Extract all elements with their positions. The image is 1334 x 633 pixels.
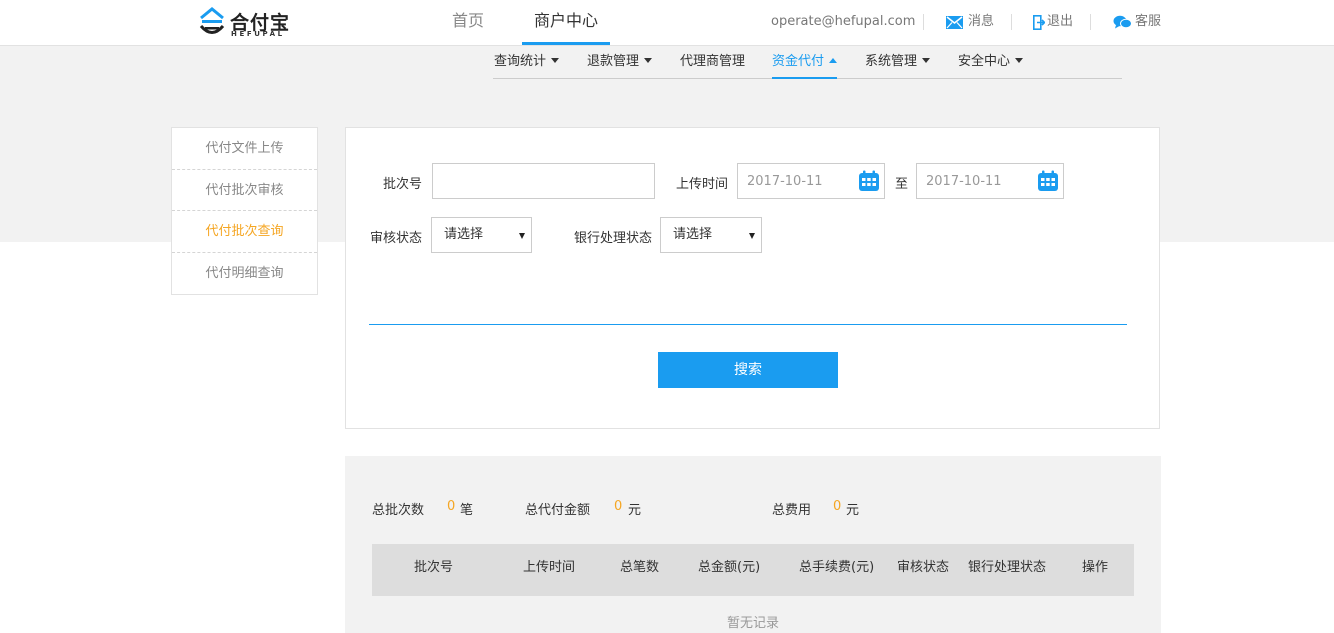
calendar-icon[interactable] (858, 170, 880, 192)
batch-number-input[interactable] (432, 163, 655, 199)
total-fee-unit: 元 (846, 503, 860, 518)
search-button[interactable]: 搜索 (658, 352, 838, 388)
total-batches-label: 总批次数 (372, 503, 425, 518)
header-divider (923, 14, 924, 30)
subnav-agent-management[interactable]: 代理商管理 (680, 46, 745, 78)
subnav-query-stats[interactable]: 查询统计 (494, 46, 560, 78)
messages-link[interactable]: 消息 (968, 0, 994, 44)
nav-merchant-center[interactable]: 商户中心 (522, 0, 610, 45)
audit-status-select[interactable]: 请选择 (431, 217, 532, 253)
caret-down-icon (1015, 58, 1024, 63)
logo-subtext: HEFUPAL (231, 30, 285, 38)
results-panel: 总批次数 0 笔 总代付金额 0 元 总费用 0 元 批次号 上传时间 总笔数 … (345, 456, 1161, 633)
caret-down-icon (922, 58, 931, 63)
user-email: operate@hefupal.com (771, 14, 916, 29)
total-batches-value: 0 (447, 499, 456, 514)
subnav-refund-management[interactable]: 退款管理 (587, 46, 653, 78)
panel-divider (369, 324, 1127, 325)
subnav-security-center[interactable]: 安全中心 (958, 46, 1024, 78)
dropdown-arrow-icon (749, 233, 755, 239)
date-to-input[interactable] (917, 164, 1027, 198)
logout-link[interactable]: 退出 (1047, 0, 1073, 44)
batch-number-label: 批次号 (383, 177, 423, 192)
nav-home[interactable]: 首页 (452, 0, 486, 46)
column-header: 上传时间 (523, 560, 576, 575)
total-fee-value: 0 (833, 499, 842, 514)
header-divider (1090, 14, 1091, 30)
sidebar-item-batch-review[interactable]: 代付批次审核 (172, 170, 317, 211)
header-divider (1011, 14, 1012, 30)
sidebar-item-detail-query[interactable]: 代付明细查询 (172, 253, 317, 295)
subnav-system-management[interactable]: 系统管理 (865, 46, 931, 78)
to-label: 至 (895, 177, 909, 192)
customer-service-link[interactable]: 客服 (1135, 0, 1161, 44)
sidebar-item-upload-file[interactable]: 代付文件上传 (172, 128, 317, 170)
column-header: 批次号 (414, 560, 454, 575)
column-header: 总手续费(元) (799, 560, 875, 575)
logo-icon (199, 7, 225, 34)
logo[interactable]: 合付宝 HEFUPAL (198, 6, 308, 40)
total-fee-label: 总费用 (772, 503, 812, 518)
column-header: 审核状态 (897, 560, 950, 575)
caret-up-icon (829, 58, 838, 63)
mail-icon[interactable] (946, 16, 963, 29)
upload-time-label: 上传时间 (676, 177, 729, 192)
total-amount-unit: 元 (628, 503, 642, 518)
logout-icon[interactable] (1033, 15, 1045, 30)
column-header: 银行处理状态 (968, 560, 1047, 575)
total-batches-unit: 笔 (460, 503, 474, 518)
total-amount-value: 0 (614, 499, 623, 514)
caret-down-icon (551, 58, 560, 63)
bank-status-label: 银行处理状态 (574, 231, 653, 246)
search-panel: 批次号 上传时间 至 审核状态 请选择 银行处理状态 请选择 搜索 (345, 127, 1160, 429)
date-from-input[interactable] (738, 164, 848, 198)
column-header: 总金额(元) (698, 560, 761, 575)
chat-icon[interactable] (1113, 15, 1132, 30)
bank-status-select[interactable]: 请选择 (660, 217, 762, 253)
table-header: 批次号 上传时间 总笔数 总金额(元) 总手续费(元) 审核状态 银行处理状态 … (372, 544, 1134, 596)
audit-status-label: 审核状态 (370, 231, 423, 246)
subnav-fund-payout[interactable]: 资金代付 (772, 46, 838, 79)
column-header: 操作 (1082, 560, 1109, 575)
caret-down-icon (644, 58, 653, 63)
column-header: 总笔数 (620, 560, 660, 575)
dropdown-arrow-icon (519, 233, 525, 239)
empty-state-text: 暂无记录 (726, 616, 779, 631)
side-menu: 代付文件上传 代付批次审核 代付批次查询 代付明细查询 (171, 127, 318, 295)
date-to-field[interactable] (916, 163, 1064, 199)
top-header: 合付宝 HEFUPAL 首页 商户中心 operate@hefupal.com … (0, 0, 1334, 46)
sidebar-item-batch-query[interactable]: 代付批次查询 (172, 211, 317, 253)
calendar-icon[interactable] (1037, 170, 1059, 192)
date-from-field[interactable] (737, 163, 885, 199)
total-amount-label: 总代付金额 (525, 503, 591, 518)
sub-navigation: 查询统计 退款管理 代理商管理 资金代付 系统管理 安全中心 (493, 46, 1122, 79)
